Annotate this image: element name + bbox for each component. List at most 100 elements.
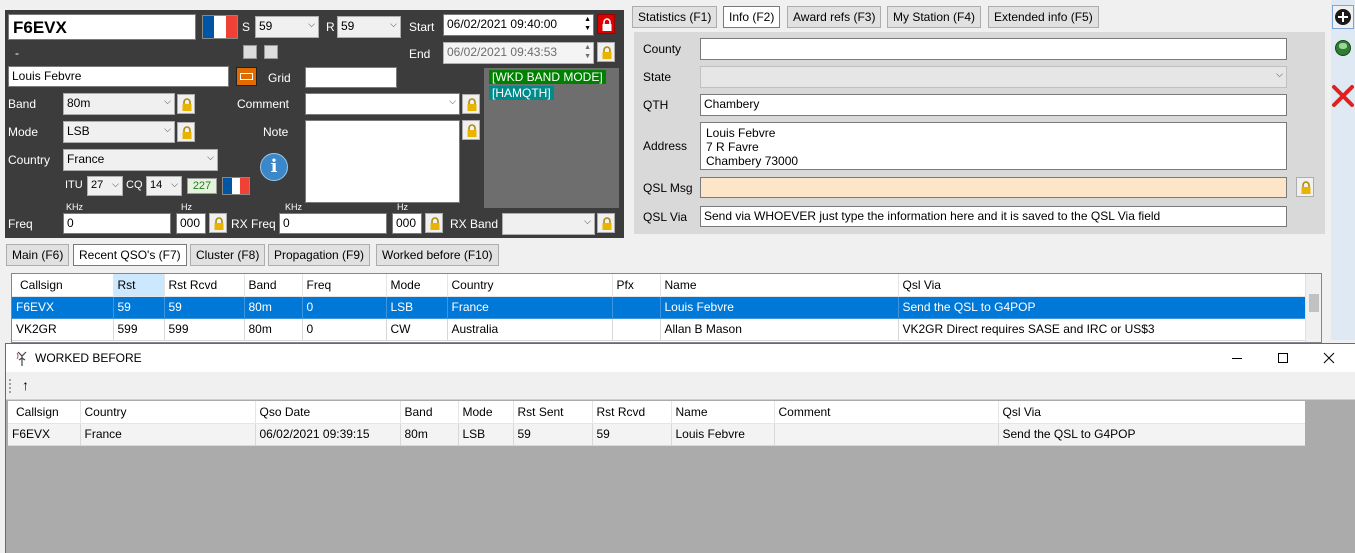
start-datetime-input[interactable]: 06/02/2021 09:40:00 ▲ ▼ xyxy=(443,14,594,36)
column-header[interactable]: Country xyxy=(80,401,256,424)
delete-icon[interactable] xyxy=(1331,82,1355,110)
rst-rcvd-select[interactable]: 59 ⌵ xyxy=(337,16,401,38)
column-header[interactable]: Band xyxy=(244,274,303,297)
window-title: WORKED BEFORE xyxy=(35,351,142,365)
globe-icon[interactable] xyxy=(1332,36,1354,62)
rx-freq-khz-input[interactable]: 0 xyxy=(279,213,387,234)
address-line: 7 R Favre xyxy=(706,140,759,154)
lock-icon[interactable] xyxy=(462,94,480,114)
tab-extended-info[interactable]: Extended info (F5) xyxy=(988,6,1099,28)
column-header[interactable]: Mode xyxy=(386,274,448,297)
qth-input[interactable]: Chambery xyxy=(700,94,1287,116)
column-header[interactable]: Callsign xyxy=(8,401,81,424)
close-button[interactable] xyxy=(1306,344,1352,372)
lock-icon[interactable] xyxy=(209,213,227,233)
checkbox-1[interactable] xyxy=(243,45,257,59)
tab-cluster[interactable]: Cluster (F8) xyxy=(190,244,266,266)
mode-select[interactable]: LSB ⌵ xyxy=(63,121,175,143)
tab-award-refs[interactable]: Award refs (F3) xyxy=(787,6,882,28)
lock-icon[interactable] xyxy=(597,42,615,62)
band-select[interactable]: 80m ⌵ xyxy=(63,93,175,115)
column-header[interactable]: Rst Rcvd xyxy=(164,274,245,297)
qsl-via-input[interactable]: Send via WHOEVER just type the informati… xyxy=(700,206,1287,227)
table-row[interactable]: VK2GR 599 599 80m 0 CW Australia Allan B… xyxy=(12,318,1306,341)
column-header[interactable]: Mode xyxy=(458,401,514,424)
table-cell: France xyxy=(80,423,256,446)
add-icon[interactable] xyxy=(1332,5,1354,29)
address-textarea[interactable]: Louis Febvre 7 R Favre Chambery 73000 xyxy=(700,122,1287,170)
window-toolbar: ↑ xyxy=(6,372,1355,400)
note-textarea[interactable] xyxy=(305,120,460,203)
column-header[interactable]: Name xyxy=(660,274,899,297)
status-panel: [WKD BAND MODE] [HAMQTH] xyxy=(484,68,619,208)
note-label: Note xyxy=(263,125,289,139)
table-row[interactable]: F6EVX 59 59 80m 0 LSB France Louis Febvr… xyxy=(12,296,1306,319)
tab-statistics[interactable]: Statistics (F1) xyxy=(632,6,718,28)
column-header[interactable]: Qsl Via xyxy=(898,274,1306,297)
column-header[interactable]: Name xyxy=(671,401,775,424)
column-header[interactable]: Callsign xyxy=(12,274,114,297)
column-header[interactable]: Rst Rcvd xyxy=(592,401,672,424)
state-select[interactable]: ⌵ xyxy=(700,66,1287,88)
hamqth-badge: [HAMQTH] xyxy=(489,86,554,100)
callsign-input[interactable]: F6EVX xyxy=(8,14,196,40)
column-header[interactable]: Country xyxy=(447,274,613,297)
column-header[interactable]: Qso Date xyxy=(255,401,401,424)
rx-band-select[interactable]: ⌵ xyxy=(502,213,595,235)
hz-label: Hz xyxy=(397,202,408,212)
tab-info[interactable]: Info (F2) xyxy=(723,6,781,28)
tab-propagation[interactable]: Propagation (F9) xyxy=(268,244,371,266)
lock-icon[interactable] xyxy=(177,94,195,114)
table-row[interactable]: F6EVX France 06/02/2021 09:39:15 80m LSB… xyxy=(8,423,1305,446)
cq-select[interactable]: 14 ⌵ xyxy=(146,176,182,196)
grid-input[interactable] xyxy=(305,67,397,88)
column-header[interactable]: Rst Sent xyxy=(513,401,593,424)
tab-recent-qsos[interactable]: Recent QSO's (F7) xyxy=(73,244,187,266)
info-icon[interactable]: i xyxy=(260,153,288,181)
rx-freq-hz-input[interactable]: 000 xyxy=(392,213,422,234)
recent-qsos-grid: Callsign Rst Rst Rcvd Band Freq Mode Cou… xyxy=(11,273,1322,343)
county-input[interactable] xyxy=(700,38,1287,60)
lock-icon[interactable] xyxy=(177,122,195,142)
column-header[interactable]: Pfx xyxy=(612,274,661,297)
dxcc-number-badge: 227 xyxy=(187,178,217,194)
qrz-lookup-icon[interactable] xyxy=(236,67,257,86)
itu-select[interactable]: 27 ⌵ xyxy=(87,176,123,196)
qsl-msg-input[interactable] xyxy=(700,177,1287,198)
lock-icon[interactable] xyxy=(425,213,443,233)
lock-closed-red-icon[interactable] xyxy=(597,14,615,34)
column-header[interactable]: Freq xyxy=(302,274,387,297)
comment-select[interactable]: ⌵ xyxy=(305,93,460,115)
checkbox-2[interactable] xyxy=(264,45,278,59)
spinner-icon[interactable]: ▲ ▼ xyxy=(584,15,591,33)
lock-icon[interactable] xyxy=(597,213,615,233)
qso-entry-panel: F6EVX S 59 ⌵ R 59 ⌵ Start 06/02/2021 09:40… xyxy=(5,10,624,238)
chevron-down-icon: ⌵ xyxy=(171,179,178,189)
column-header[interactable]: Comment xyxy=(774,401,999,424)
tab-main[interactable]: Main (F6) xyxy=(6,244,70,266)
maximize-button[interactable] xyxy=(1260,344,1306,372)
table-cell: CW xyxy=(386,318,448,341)
column-header[interactable]: Rst xyxy=(113,274,165,297)
end-datetime-input[interactable]: 06/02/2021 09:43:53 ▲ ▼ xyxy=(443,42,594,64)
rx-band-label: RX Band xyxy=(450,217,499,231)
country-flag-icon xyxy=(202,15,238,39)
sort-up-arrow-button[interactable]: ↑ xyxy=(22,377,29,393)
tab-worked-before[interactable]: Worked before (F10) xyxy=(376,244,499,266)
tab-my-station[interactable]: My Station (F4) xyxy=(887,6,982,28)
window-titlebar[interactable]: WORKED BEFORE xyxy=(6,344,1355,372)
country-select[interactable]: France ⌵ xyxy=(63,149,218,171)
lock-icon[interactable] xyxy=(462,120,480,140)
column-header[interactable]: Band xyxy=(400,401,459,424)
name-input[interactable]: Louis Febvre xyxy=(8,66,229,87)
freq-hz-input[interactable]: 000 xyxy=(176,213,206,234)
spinner-icon[interactable]: ▲ ▼ xyxy=(584,43,591,61)
column-header[interactable]: Qsl Via xyxy=(998,401,1305,424)
chevron-down-icon: ⌵ xyxy=(207,152,214,162)
address-label: Address xyxy=(643,139,688,153)
vertical-scrollbar[interactable] xyxy=(1305,274,1321,342)
freq-khz-input[interactable]: 0 xyxy=(63,213,171,234)
minimize-button[interactable] xyxy=(1214,344,1260,372)
lock-icon[interactable] xyxy=(1296,177,1314,197)
rst-sent-select[interactable]: 59 ⌵ xyxy=(255,16,319,38)
